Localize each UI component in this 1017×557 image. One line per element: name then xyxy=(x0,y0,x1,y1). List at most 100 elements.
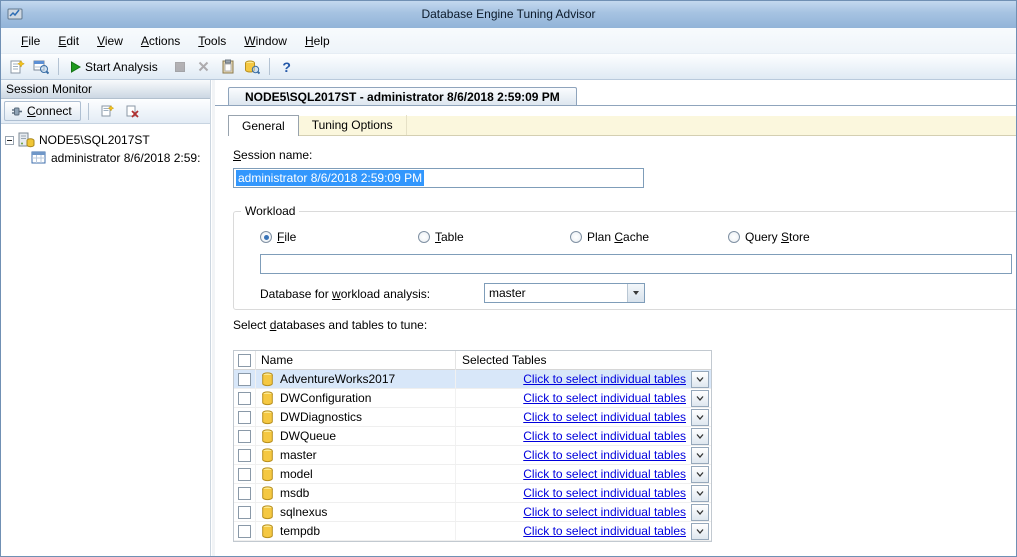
select-tables-link[interactable]: Click to select individual tables xyxy=(523,391,686,405)
database-checkbox[interactable] xyxy=(238,487,251,500)
connect-icon xyxy=(9,104,23,118)
radio-label: Query Store xyxy=(745,230,810,244)
monitor-new-session-button[interactable] xyxy=(96,100,118,122)
tables-dropdown-button[interactable] xyxy=(691,523,709,540)
select-tables-link[interactable]: Click to select individual tables xyxy=(523,448,686,462)
connect-button[interactable]: Connect xyxy=(4,101,81,121)
stop-analysis-button xyxy=(169,56,191,78)
tables-dropdown-button[interactable] xyxy=(691,466,709,483)
database-icon xyxy=(261,486,274,501)
connect-label: Connect xyxy=(27,104,72,118)
database-checkbox[interactable] xyxy=(238,468,251,481)
database-icon xyxy=(261,429,274,444)
chevron-down-icon xyxy=(696,453,704,458)
select-all-checkbox[interactable] xyxy=(238,354,251,367)
database-name-cell: msdb xyxy=(256,484,456,502)
column-header-selected-tables[interactable]: Selected Tables xyxy=(456,351,711,370)
select-tables-link[interactable]: Click to select individual tables xyxy=(523,372,686,386)
menu-item[interactable]: Edit xyxy=(49,30,88,52)
open-workload-button[interactable] xyxy=(30,56,52,78)
general-page: Session name: administrator 8/6/2018 2:5… xyxy=(215,80,1017,557)
workload-file-input[interactable] xyxy=(260,254,1012,274)
database-checkbox[interactable] xyxy=(238,411,251,424)
database-name: DWConfiguration xyxy=(280,391,371,405)
workload-radio-option[interactable]: Table xyxy=(418,230,464,244)
chevron-down-icon xyxy=(633,291,639,295)
toolbar: Start Analysis ? xyxy=(0,54,1017,80)
menu-item[interactable]: Help xyxy=(296,30,339,52)
workload-radio-option[interactable]: Plan Cache xyxy=(570,230,649,244)
page-tab[interactable]: Tuning Options xyxy=(299,115,407,135)
tables-dropdown-button[interactable] xyxy=(691,409,709,426)
clipboard-button[interactable] xyxy=(217,56,239,78)
menu-item[interactable]: Actions xyxy=(132,30,189,52)
menu-item[interactable]: View xyxy=(88,30,132,52)
select-tables-link[interactable]: Click to select individual tables xyxy=(523,429,686,443)
tables-dropdown-button[interactable] xyxy=(691,504,709,521)
new-session-button[interactable] xyxy=(6,56,28,78)
new-session-icon xyxy=(9,59,25,75)
document-tab-title: NODE5\SQL2017ST - administrator 8/6/2018… xyxy=(245,90,560,104)
select-tables-link[interactable]: Click to select individual tables xyxy=(523,410,686,424)
select-tables-link[interactable]: Click to select individual tables xyxy=(523,524,686,538)
session-name-input[interactable]: administrator 8/6/2018 2:59:09 PM xyxy=(233,168,644,188)
window-title: Database Engine Tuning Advisor xyxy=(0,7,1017,21)
selected-tables-cell: Click to select individual tables xyxy=(456,503,711,521)
database-checkbox[interactable] xyxy=(238,430,251,443)
radio-label: Table xyxy=(435,230,464,244)
session-monitor-toolbar: Connect xyxy=(0,99,210,124)
database-icon xyxy=(261,410,274,425)
chevron-down-icon xyxy=(696,434,704,439)
tree-node-label: administrator 8/6/2018 2:59: xyxy=(51,151,200,165)
tables-dropdown-button[interactable] xyxy=(691,428,709,445)
page-tab[interactable]: General xyxy=(228,115,299,136)
row-checkbox-cell xyxy=(234,522,256,540)
database-analysis-label: Database for workload analysis: xyxy=(260,287,430,301)
selected-tables-cell: Click to select individual tables xyxy=(456,408,711,426)
tables-dropdown-button[interactable] xyxy=(691,447,709,464)
workload-radio-option[interactable]: Query Store xyxy=(728,230,810,244)
tables-dropdown-button[interactable] xyxy=(691,485,709,502)
document-tab[interactable]: NODE5\SQL2017ST - administrator 8/6/2018… xyxy=(228,87,577,105)
database-name-cell: tempdb xyxy=(256,522,456,540)
database-name: sqlnexus xyxy=(280,505,327,519)
select-tables-link[interactable]: Click to select individual tables xyxy=(523,505,686,519)
database-name-cell: sqlnexus xyxy=(256,503,456,521)
toolbar-separator xyxy=(58,58,59,75)
collapse-expander-icon[interactable] xyxy=(5,136,14,145)
tables-dropdown-button[interactable] xyxy=(691,371,709,388)
help-button[interactable]: ? xyxy=(276,56,298,78)
database-combobox[interactable]: master xyxy=(484,283,645,303)
menu-item[interactable]: Tools xyxy=(189,30,235,52)
menu-item[interactable]: Window xyxy=(235,30,296,52)
workload-radio-option[interactable]: File xyxy=(260,230,296,244)
radio-icon xyxy=(418,231,430,243)
database-checkbox[interactable] xyxy=(238,506,251,519)
stop-analysis-icon xyxy=(173,60,187,74)
database-row: master Click to select individual tables xyxy=(234,446,711,465)
database-icon xyxy=(261,372,274,387)
analyze-database-button[interactable] xyxy=(241,56,263,78)
session-name-label: Session name: xyxy=(233,148,312,162)
database-checkbox[interactable] xyxy=(238,449,251,462)
selected-tables-cell: Click to select individual tables xyxy=(456,427,711,445)
titlebar[interactable]: Database Engine Tuning Advisor xyxy=(0,0,1017,28)
menu-item[interactable]: File xyxy=(12,30,49,52)
combobox-dropdown-button[interactable] xyxy=(627,284,644,302)
selected-tables-cell: Click to select individual tables xyxy=(456,389,711,407)
delete-session-button[interactable] xyxy=(121,100,143,122)
select-tables-link[interactable]: Click to select individual tables xyxy=(523,467,686,481)
database-checkbox[interactable] xyxy=(238,373,251,386)
column-header-name[interactable]: Name xyxy=(256,351,456,370)
tree-node-server[interactable]: NODE5\SQL2017ST xyxy=(0,131,210,149)
select-tables-link[interactable]: Click to select individual tables xyxy=(523,486,686,500)
tables-dropdown-button[interactable] xyxy=(691,390,709,407)
database-checkbox[interactable] xyxy=(238,392,251,405)
start-analysis-button[interactable]: Start Analysis xyxy=(65,56,167,78)
database-icon xyxy=(261,505,274,520)
server-database-icon xyxy=(18,132,35,148)
page-tab-strip: General Tuning Options xyxy=(228,116,1017,136)
tree-node-session[interactable]: administrator 8/6/2018 2:59: xyxy=(0,149,210,167)
database-checkbox[interactable] xyxy=(238,525,251,538)
database-name-cell: DWConfiguration xyxy=(256,389,456,407)
